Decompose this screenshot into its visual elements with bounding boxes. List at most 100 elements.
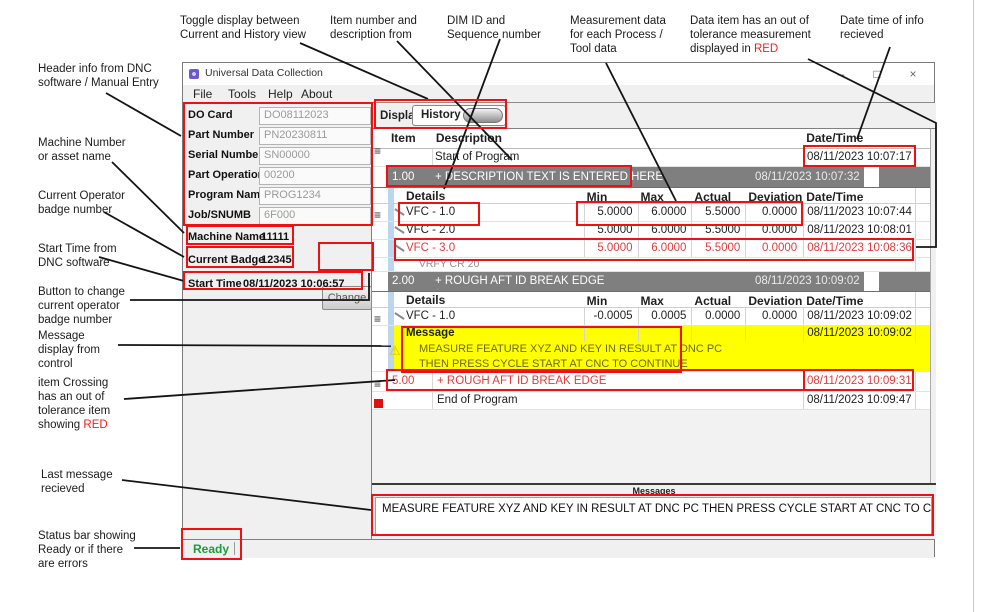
row-vfc-1-0-section2[interactable]: VFC - 1.0 -0.0005 0.0005 0.0000 0.0000 0… — [372, 308, 930, 326]
band-date: 08/11/2023 10:09:02 — [752, 272, 864, 291]
machine-name-value: 11111 — [261, 231, 289, 243]
note-message-display: Message display from control — [38, 329, 100, 371]
gutter-cell — [372, 188, 388, 203]
date-cell: 08/11/2023 10:07:17 — [803, 149, 915, 166]
close-button[interactable]: × — [900, 65, 926, 83]
row-vfc-3-0-out-of-tolerance[interactable]: VFC - 3.0 5.0000 6.0000 5.5000 0.0000 08… — [372, 240, 930, 258]
note-machine-number: Machine Number or asset name — [38, 136, 126, 164]
note-status-bar: Status bar showing Ready or if there are… — [38, 529, 136, 571]
menu-tools[interactable]: Tools — [228, 87, 256, 101]
row-band-1[interactable]: 1.00 + DESCRIPTION TEXT IS ENTERED HERE … — [372, 167, 930, 188]
row-message-text-2: THEN PRESS CYCLE START AT CNC TO CONTINU… — [372, 357, 930, 372]
gutter-cell — [372, 292, 388, 307]
display-toggle[interactable]: History — [412, 105, 506, 126]
note-header-info: Header info from DNC software / Manual E… — [38, 62, 159, 90]
min-cell: -0.0005 — [584, 308, 638, 325]
row-band-2[interactable]: 2.00 + ROUGH AFT ID BREAK EDGE 08/11/202… — [372, 272, 930, 292]
row-handle-icon[interactable]: ≡ — [374, 146, 381, 156]
actual-cell: 0.0000 — [691, 308, 745, 325]
col-deviation: Deviation — [745, 292, 803, 307]
row-handle-icon[interactable]: ≡ — [374, 379, 381, 389]
col-spacer — [745, 129, 803, 148]
description-cell: Start of Program — [433, 149, 583, 166]
empty-cell — [691, 326, 745, 342]
row-handle-icon[interactable]: ≡ — [374, 314, 381, 324]
data-panel: Display History Item Description Date/Ti… — [372, 103, 936, 539]
band-description: + DESCRIPTION TEXT IS ENTERED HERE — [433, 167, 695, 187]
note-measurement-data: Measurement data for each Process / Tool… — [570, 14, 666, 56]
menu-about[interactable]: About — [301, 87, 332, 101]
gutter-cell — [372, 326, 388, 342]
empty-cell — [915, 292, 930, 307]
note-item-crossing: item Crossing has an out of tolerance it… — [38, 376, 110, 432]
date-cell: 08/11/2023 10:08:01 — [803, 222, 915, 239]
part-number-input[interactable]: PN20230811 — [259, 127, 371, 145]
col-actual: Actual — [691, 188, 745, 203]
serial-number-input[interactable]: SN00000 — [259, 147, 371, 165]
measurement-icon — [394, 204, 406, 221]
messages-divider — [372, 483, 936, 485]
part-operation-input[interactable]: 00200 — [259, 167, 371, 185]
menu-help[interactable]: Help — [268, 87, 293, 101]
maximize-button[interactable]: □ — [864, 65, 890, 83]
max-cell: 0.0005 — [638, 308, 692, 325]
actual-cell: 5.5000 — [691, 222, 745, 239]
job-snumb-input[interactable]: 6F000 — [259, 207, 371, 225]
field-row-serial-number: Serial Number SN00000 — [183, 146, 371, 166]
machine-name-row: Machine Name 11111 — [183, 228, 371, 248]
date-cell: 08/11/2023 10:09:47 — [803, 392, 915, 409]
data-grid: Item Description Date/Time Start of Prog… — [372, 129, 931, 483]
date-cell: 08/11/2023 10:09:31 — [803, 372, 915, 391]
minimize-button[interactable]: – — [828, 65, 854, 83]
row-5-out-of-tolerance[interactable]: 5.00 + ROUGH AFT ID BREAK EDGE 08/11/202… — [372, 372, 930, 392]
col-spacer — [584, 129, 638, 148]
message-text-line: MEASURE FEATURE XYZ AND KEY IN RESULT AT… — [394, 342, 930, 357]
row-start-of-program[interactable]: Start of Program 08/11/2023 10:07:17 — [372, 149, 930, 167]
title-bar: Universal Data Collection – □ × — [183, 63, 934, 85]
empty-cell — [745, 326, 803, 342]
note-item-number: Item number and description from — [330, 14, 417, 42]
item-cell — [388, 392, 433, 409]
col-min: Min — [584, 188, 638, 203]
toggle-switch-knob[interactable] — [463, 108, 503, 123]
messages-label: Messages — [372, 486, 936, 496]
min-cell: 5.0000 — [584, 240, 638, 257]
row-vfc-2-0[interactable]: VFC - 2.0 5.0000 6.0000 5.5000 0.0000 08… — [372, 222, 930, 240]
col-extra — [915, 129, 930, 148]
band-spacer — [695, 272, 752, 291]
field-row-job-snumb: Job/SNUMB 6F000 — [183, 206, 371, 226]
description-cell: + ROUGH AFT ID BREAK EDGE — [433, 372, 803, 391]
row-handle-icon[interactable]: ≡ — [374, 210, 381, 220]
measurement-icon — [394, 222, 406, 239]
empty-cell — [915, 149, 930, 166]
do-card-input[interactable]: DO08112023 — [259, 107, 371, 125]
menu-file[interactable]: File — [193, 87, 212, 101]
row-message[interactable]: Message 08/11/2023 10:09:02 — [372, 326, 930, 342]
status-ready-text: Ready — [193, 542, 229, 556]
header-panel: DO Card DO08112023 Part Number PN2023081… — [183, 103, 372, 539]
last-message-box[interactable]: MEASURE FEATURE XYZ AND KEY IN RESULT AT… — [375, 497, 932, 535]
field-row-do-card: DO Card DO08112023 — [183, 106, 371, 126]
max-cell: 6.0000 — [638, 222, 692, 239]
row-vfc-1-0[interactable]: VFC - 1.0 5.0000 6.0000 5.5000 0.0000 08… — [372, 204, 930, 222]
status-separator — [234, 542, 235, 555]
gutter-cell — [372, 167, 388, 187]
dim-id-cell: VFC - 3.0 — [406, 240, 584, 257]
machine-name-label: Machine Name — [188, 231, 265, 243]
program-name-label: Program Name — [188, 189, 266, 201]
row-end-of-program[interactable]: End of Program 08/11/2023 10:09:47 — [372, 392, 930, 410]
end-of-program-icon — [374, 399, 383, 408]
empty-cell — [637, 149, 691, 166]
note-date-time-info: Date time of info recieved — [840, 14, 924, 42]
gutter-cell — [372, 357, 388, 371]
band-date: 08/11/2023 10:07:32 — [752, 167, 864, 187]
empty-cell — [584, 326, 638, 342]
note-start-time: Start Time from DNC software — [38, 242, 117, 270]
display-toggle-value: History — [421, 109, 461, 121]
col-spacer — [638, 129, 692, 148]
details-header-row: Details Min Max Actual Deviation Date/Ti… — [372, 292, 930, 308]
program-name-input[interactable]: PROG1234 — [259, 187, 371, 205]
row-message-text-1: MEASURE FEATURE XYZ AND KEY IN RESULT AT… — [372, 342, 930, 357]
note-out-of-tolerance: Data item has an out of tolerance measur… — [690, 14, 811, 56]
current-badge-value: 12345 — [261, 254, 292, 266]
